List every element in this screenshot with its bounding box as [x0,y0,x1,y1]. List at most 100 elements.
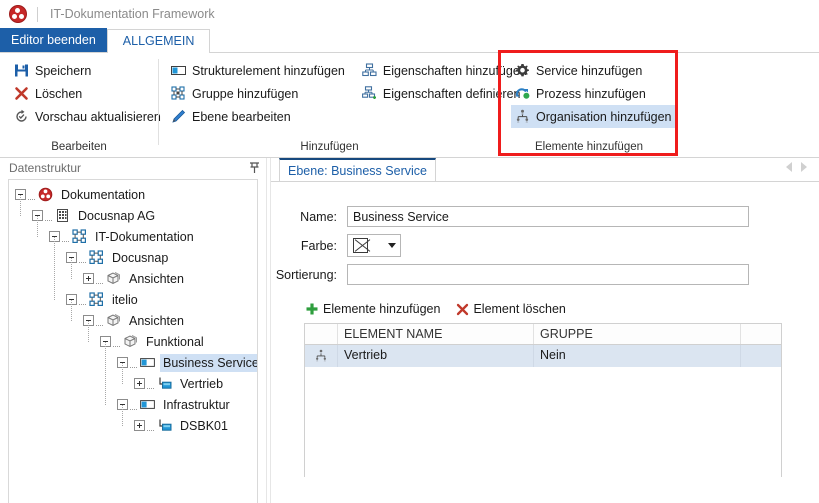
ribbon-group-elemente-hinzufuegen: Service hinzufügen Prozess hinzufügen Or… [501,53,677,157]
properties-form: Name: Farbe: Sortierung: [271,182,819,289]
button-service-hinzufuegen[interactable]: Service hinzufügen [511,59,677,82]
tree-connector [113,336,122,348]
expand-icon[interactable] [134,378,145,389]
content-panel: Ebene: Business Service Name: Farbe: Sor… [271,158,819,503]
chevron-right-icon[interactable] [801,162,807,172]
grid-header-element-name[interactable]: ELEMENT NAME [338,324,534,344]
button-ebene-bearbeiten[interactable]: Ebene bearbeiten [167,105,350,128]
button-organisation-label: Organisation hinzufügen [536,109,672,124]
button-element-loeschen-label: Element löschen [473,302,566,316]
button-element-loeschen[interactable]: Element löschen [454,301,566,317]
sortierung-input[interactable] [347,264,749,285]
process-icon [514,85,531,102]
chevron-down-icon[interactable] [388,243,396,248]
button-elemente-hinzufuegen-grid[interactable]: Elemente hinzufügen [304,301,440,317]
ribbon-group-hinzufuegen: Strukturelement hinzufügen Gruppe hinzuf… [159,53,527,157]
grid-toolbar: Elemente hinzufügen Element löschen [304,301,819,317]
farbe-label: Farbe: [300,238,337,253]
delete-x-icon [454,301,470,317]
tree-connector-line [105,341,106,405]
name-input[interactable] [347,206,749,227]
row-icon-cell [305,345,338,367]
refresh-preview-icon [13,108,30,125]
title-divider [37,6,38,22]
tree-view[interactable]: Dokumentation Docusnap AG IT-Dokumentation… [8,179,258,503]
tree-connector [79,252,88,264]
docusnap-logo-icon [9,5,27,23]
tree-item-label: IT-Dokumentation [95,229,194,244]
panel-header: Datenstruktur [0,158,266,178]
tree-connector-line [71,257,72,279]
tree-item-label: DSBK01 [180,418,228,433]
button-vorschau-aktualisieren[interactable]: Vorschau aktualisieren [10,105,161,128]
tree-item-label: itelio [112,292,138,307]
tree-item[interactable]: itelio [9,289,257,310]
structure-element-icon [170,62,187,79]
button-prozess-hinzufuegen[interactable]: Prozess hinzufügen [511,82,677,105]
tree-item[interactable]: DSBK01 [9,415,257,436]
button-speichern[interactable]: Speichern [10,59,158,82]
tab-allgemein[interactable]: ALLGEMEIN [106,29,211,53]
title-bar: IT-Dokumentation Framework [0,0,819,29]
node-icon [156,418,172,434]
tab-navigation [786,162,807,172]
tree-item[interactable]: Docusnap AG [9,205,257,226]
button-ebene-bearbeiten-label: Ebene bearbeiten [192,109,291,124]
table-row[interactable]: Vertrieb Nein [305,345,781,367]
row-extra [741,345,781,367]
tree-connector [130,357,139,369]
button-strukturelement-hinzufuegen[interactable]: Strukturelement hinzufügen [167,59,350,82]
tab-ebene-business-service[interactable]: Ebene: Business Service [279,158,436,182]
tree-item-label: Ansichten [129,313,184,328]
save-icon [13,62,30,79]
expand-icon[interactable] [134,420,145,431]
expand-icon[interactable] [83,273,94,284]
button-strukturelement-label: Strukturelement hinzufügen [192,63,345,78]
form-row-sortierung: Sortierung: [271,260,819,289]
color-picker-dropdown[interactable] [347,234,401,257]
button-loeschen-label: Löschen [35,86,83,101]
pin-icon[interactable] [249,162,260,174]
tree-item[interactable]: Funktional [9,331,257,352]
tree-item[interactable]: Dokumentation [9,184,257,205]
button-gruppe-hinzufuegen[interactable]: Gruppe hinzufügen [167,82,350,105]
tree-item[interactable]: Docusnap [9,247,257,268]
layer-icon [139,355,155,371]
grid-header-extra [741,324,781,344]
tab-editor-beenden[interactable]: Editor beenden [0,28,107,52]
tree-connector [62,231,71,243]
ribbon-group-bearbeiten: Speichern Löschen Vorschau aktualisieren… [0,53,161,157]
views-icon [105,271,121,287]
button-prozess-label: Prozess hinzufügen [536,86,646,101]
tree-connector-line [20,194,21,216]
tree-item[interactable]: IT-Dokumentation [9,226,257,247]
tree-connector [96,315,105,327]
tree-item-label: Funktional [146,334,204,349]
elements-grid: ELEMENT NAME GRUPPE Vertrieb Nein [304,323,782,367]
properties-define-icon [361,85,378,102]
tree-connector [147,378,156,390]
name-label: Name: [300,209,337,224]
button-vorschau-label: Vorschau aktualisieren [35,109,161,124]
ribbon-toolbar: Speichern Löschen Vorschau aktualisieren… [0,53,819,158]
panel-title: Datenstruktur [9,161,82,175]
company-icon [54,208,70,224]
organisation-icon [514,108,531,125]
button-organisation-hinzufuegen[interactable]: Organisation hinzufügen [511,105,677,128]
document-tab-bar: Ebene: Business Service [271,158,819,182]
tree-item-label: Ansichten [129,271,184,286]
chevron-left-icon[interactable] [786,162,792,172]
tree-item[interactable]: Infrastruktur [9,394,257,415]
no-color-swatch [353,238,368,253]
tree-item-label: Infrastruktur [163,397,230,412]
tree-item[interactable]: Vertrieb [9,373,257,394]
group-icon [170,85,187,102]
tree-connector-line [54,236,55,300]
tree-item[interactable]: Ansichten [9,268,257,289]
gear-icon [514,62,531,79]
grid-header-gruppe[interactable]: GRUPPE [534,324,741,344]
tree-item[interactable]: Ansichten [9,310,257,331]
ribbon-tab-strip: Editor beenden ALLGEMEIN [0,28,819,53]
button-loeschen[interactable]: Löschen [10,82,158,105]
tree-item[interactable]: Business Service [9,352,257,373]
